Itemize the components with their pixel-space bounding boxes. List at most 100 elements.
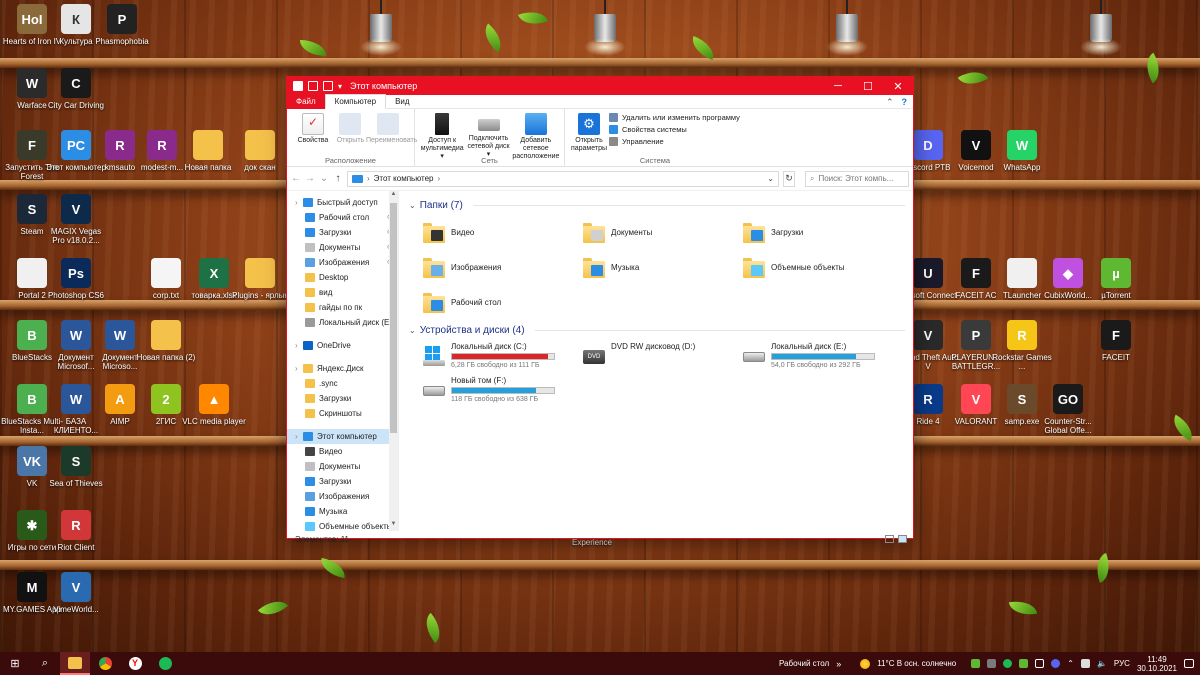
search-box[interactable]: ⌕ bbox=[805, 170, 909, 187]
spotify-tray-icon[interactable] bbox=[1003, 659, 1013, 668]
chevron-right-icon[interactable]: › bbox=[295, 364, 299, 373]
folder-item[interactable]: Документы bbox=[583, 215, 743, 250]
nav-item[interactable]: › Этот компьютер bbox=[287, 429, 398, 444]
tray-app-icon[interactable] bbox=[1035, 659, 1045, 668]
drive-item[interactable]: Локальный диск (C:) 6,28 ГБ свободно из 1… bbox=[423, 340, 583, 374]
taskbar-yandex[interactable]: Y bbox=[120, 652, 150, 675]
help-icon[interactable]: ? bbox=[902, 95, 908, 109]
tray-app-icon[interactable] bbox=[1019, 659, 1029, 668]
nav-item[interactable]: Desktop bbox=[287, 270, 398, 285]
system-properties-button[interactable]: Свойства системы bbox=[609, 125, 740, 134]
tab-file[interactable]: Файл bbox=[287, 94, 325, 109]
nav-item[interactable]: › Яндекс.Диск bbox=[287, 361, 398, 376]
nav-item[interactable]: .sync bbox=[287, 376, 398, 391]
chevron-right-icon[interactable]: › bbox=[295, 341, 299, 350]
desktop-icon[interactable]: S Sea of Thieves bbox=[44, 446, 108, 508]
desktop-icon[interactable]: µ µTorrent bbox=[1084, 258, 1148, 320]
taskbar-spotify[interactable] bbox=[150, 652, 180, 675]
folder-item[interactable]: Музыка bbox=[583, 250, 743, 285]
nav-item[interactable]: Изображения⚲ bbox=[287, 255, 398, 270]
drive-item[interactable]: Новый том (F:) 118 ГБ свободно из 638 ГБ bbox=[423, 374, 583, 408]
chevron-up-icon[interactable]: ⌃ bbox=[1067, 659, 1074, 668]
details-view-icon[interactable] bbox=[885, 535, 894, 543]
nav-item[interactable]: Локальный диск (E:) bbox=[287, 315, 398, 330]
nav-item[interactable]: Видео bbox=[287, 444, 398, 459]
title-bar[interactable]: ▾ Этот компьютер ─ ☐ ✕ bbox=[287, 77, 913, 95]
nav-item[interactable]: Скриншоты bbox=[287, 406, 398, 421]
address-bar[interactable]: › Этот компьютер › ⌄ bbox=[347, 170, 779, 187]
network-icon[interactable] bbox=[1080, 659, 1090, 668]
clock[interactable]: 11:49 30.10.2021 bbox=[1137, 655, 1177, 673]
chevron-right-icon[interactable]: » bbox=[836, 659, 841, 669]
scroll-down-icon[interactable]: ▼ bbox=[389, 521, 398, 531]
new-folder-quick-icon[interactable] bbox=[323, 81, 333, 91]
volume-icon[interactable]: 🔈 bbox=[1097, 659, 1107, 668]
tray-app-icon[interactable] bbox=[971, 659, 981, 668]
desktop-icon[interactable]: GO Counter-Str... Global Offe... bbox=[1036, 384, 1100, 446]
properties-quick-icon[interactable] bbox=[308, 81, 318, 91]
nav-scrollbar[interactable]: ▲ ▼ bbox=[389, 191, 398, 531]
folders-section-header[interactable]: ⌄ Папки (7) bbox=[409, 197, 913, 213]
minimize-button[interactable]: ─ bbox=[823, 77, 853, 95]
nav-item[interactable]: Документы⚲ bbox=[287, 240, 398, 255]
nav-item[interactable]: Загрузки bbox=[287, 391, 398, 406]
nav-item[interactable]: Загрузки bbox=[287, 474, 398, 489]
chevron-right-icon[interactable]: › bbox=[295, 198, 299, 207]
tab-view[interactable]: Вид bbox=[386, 95, 418, 109]
taskbar-explorer[interactable] bbox=[60, 652, 90, 675]
nav-item[interactable]: вид bbox=[287, 285, 398, 300]
search-button[interactable]: ⌕ bbox=[30, 652, 60, 675]
desktop-icon[interactable]: W WhatsApp bbox=[990, 130, 1054, 192]
chevron-right-icon[interactable]: › bbox=[295, 432, 299, 441]
start-button[interactable]: ⊞ bbox=[0, 652, 30, 675]
forward-button[interactable]: → bbox=[305, 173, 315, 184]
nav-item[interactable]: Изображения bbox=[287, 489, 398, 504]
nav-item[interactable]: Рабочий стол⚲ bbox=[287, 210, 398, 225]
desktop-icon[interactable]: док скан bbox=[228, 130, 292, 192]
desktop-icon[interactable]: Plugins - ярлык bbox=[228, 258, 292, 320]
refresh-button[interactable]: ↻ bbox=[783, 170, 795, 187]
chevron-down-icon[interactable]: ⌄ bbox=[767, 174, 774, 183]
drives-section-header[interactable]: ⌄ Устройства и диски (4) bbox=[409, 322, 913, 338]
folder-item[interactable]: Видео bbox=[423, 215, 583, 250]
folder-item[interactable]: Загрузки bbox=[743, 215, 903, 250]
nav-item[interactable]: Документы bbox=[287, 459, 398, 474]
taskbar-chrome[interactable] bbox=[90, 652, 120, 675]
chevron-down-icon[interactable]: ▾ bbox=[338, 82, 342, 91]
search-input[interactable] bbox=[818, 174, 899, 183]
desktop-icon[interactable]: F FACEIT bbox=[1084, 320, 1148, 382]
desktop-icon[interactable]: V MAGIX Vegas Pro v18.0.2... bbox=[44, 194, 108, 256]
desktop-label[interactable]: Рабочий стол bbox=[779, 659, 829, 668]
desktop-icon[interactable]: Ps Photoshop CS6 bbox=[44, 258, 108, 320]
nav-item[interactable]: Музыка bbox=[287, 504, 398, 519]
desktop-icon[interactable]: R Rockstar Games ... bbox=[990, 320, 1054, 382]
back-button[interactable]: ← bbox=[291, 173, 301, 184]
desktop-icon[interactable]: P Phasmophobia bbox=[90, 4, 154, 66]
manage-button[interactable]: Управление bbox=[609, 137, 740, 146]
close-button[interactable]: ✕ bbox=[883, 77, 913, 95]
desktop-icon[interactable]: Новая папка (2) bbox=[134, 320, 198, 382]
drive-item[interactable]: Локальный диск (E:) 54,0 ГБ свободно из 2… bbox=[743, 340, 903, 374]
large-icons-view-icon[interactable] bbox=[898, 535, 907, 543]
folder-item[interactable]: Рабочий стол bbox=[423, 285, 583, 320]
discord-tray-icon[interactable] bbox=[1051, 659, 1061, 668]
uninstall-program-button[interactable]: Удалить или изменить программу bbox=[609, 113, 740, 122]
ribbon-collapse-icon[interactable]: ⌃ bbox=[886, 95, 894, 109]
nav-item[interactable]: Загрузки⚲ bbox=[287, 225, 398, 240]
weather-text[interactable]: 11°C В осн. солнечно bbox=[877, 659, 956, 668]
maximize-button[interactable]: ☐ bbox=[853, 77, 883, 95]
nav-item[interactable]: › Быстрый доступ bbox=[287, 195, 398, 210]
recent-locations-button[interactable]: ⌄ bbox=[319, 173, 329, 184]
desktop-icon[interactable]: R Riot Client bbox=[44, 510, 108, 572]
scrollbar-thumb[interactable] bbox=[390, 203, 397, 433]
drive-item[interactable]: DVD DVD RW дисковод (D:) bbox=[583, 340, 743, 374]
desktop-icon[interactable]: ▲ VLC media player bbox=[182, 384, 246, 446]
nav-item[interactable]: Объемные объекты bbox=[287, 519, 398, 531]
folder-item[interactable]: Изображения bbox=[423, 250, 583, 285]
scroll-up-icon[interactable]: ▲ bbox=[389, 191, 398, 201]
notifications-icon[interactable] bbox=[1184, 659, 1194, 668]
desktop-icon[interactable]: C City Car Driving bbox=[44, 68, 108, 130]
desktop-icon[interactable]: V VimeWorld... bbox=[44, 572, 108, 634]
tray-app-icon[interactable] bbox=[987, 659, 997, 668]
tab-computer[interactable]: Компьютер bbox=[324, 94, 387, 109]
